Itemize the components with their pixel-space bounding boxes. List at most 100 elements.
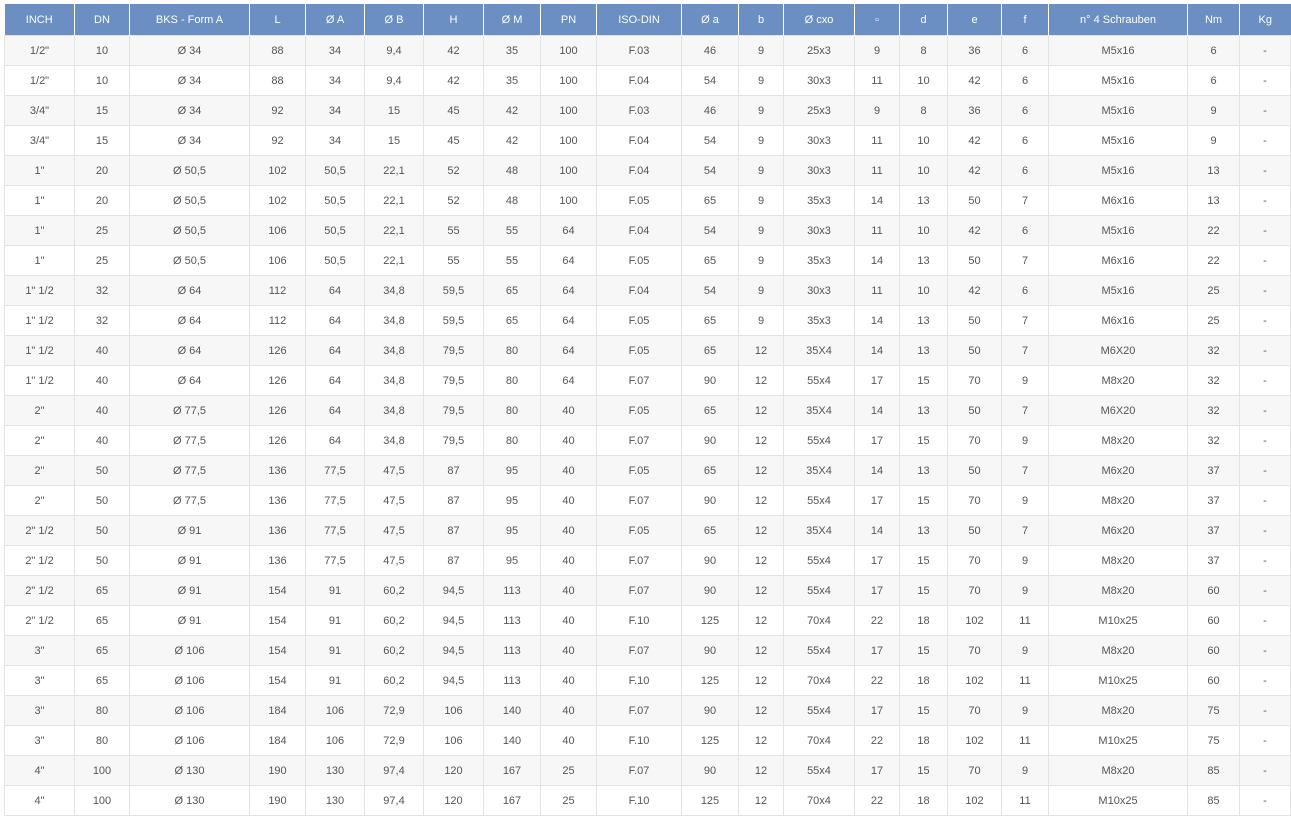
table-cell: 18: [899, 605, 948, 636]
column-header: Ø a: [681, 4, 739, 36]
table-cell: 6: [1001, 275, 1049, 306]
table-cell: 91: [305, 635, 365, 666]
table-cell: 17: [854, 425, 900, 456]
table-cell: 100: [540, 125, 597, 156]
table-cell: 95: [483, 485, 541, 516]
column-header: ISO-DIN: [596, 4, 682, 36]
table-cell: 60,2: [364, 575, 424, 606]
table-cell: Ø 50,5: [129, 155, 250, 186]
table-cell: 102: [947, 785, 1002, 816]
table-cell: 113: [483, 575, 541, 606]
table-cell: -: [1239, 395, 1291, 426]
table-cell: 40: [540, 485, 597, 516]
table-cell: 2" 1/2: [4, 605, 75, 636]
table-cell: 22: [1187, 245, 1240, 276]
table-cell: 106: [305, 695, 365, 726]
table-cell: 48: [483, 185, 541, 216]
table-cell: 80: [74, 695, 130, 726]
table-cell: 65: [681, 455, 739, 486]
table-cell: 9: [1187, 95, 1240, 126]
table-cell: 15: [899, 365, 948, 396]
table-cell: 64: [540, 365, 597, 396]
table-cell: 50: [74, 515, 130, 546]
table-cell: 15: [899, 425, 948, 456]
table-cell: 30x3: [783, 125, 855, 156]
table-cell: 13: [899, 305, 948, 336]
table-row: 2" 1/2 65 Ø 91 154 91 60,2 94,5 113 40 F.07 90 12 55…: [4, 575, 1291, 606]
table-cell: 40: [540, 695, 597, 726]
table-cell: 50: [947, 395, 1002, 426]
table-cell: 59,5: [423, 305, 484, 336]
table-cell: 64: [305, 425, 365, 456]
table-cell: 40: [74, 395, 130, 426]
table-cell: 25: [540, 755, 597, 786]
table-cell: 6: [1001, 125, 1049, 156]
column-header: INCH: [4, 4, 75, 36]
table-cell: 34: [305, 65, 365, 96]
table-cell: 35X4: [783, 455, 855, 486]
table-cell: 40: [540, 575, 597, 606]
table-cell: 59,5: [423, 275, 484, 306]
table-cell: Ø 50,5: [129, 215, 250, 246]
table-cell: 70x4: [783, 785, 855, 816]
table-cell: M10x25: [1048, 605, 1188, 636]
table-cell: 1": [4, 245, 75, 276]
table-cell: 70: [947, 695, 1002, 726]
table-cell: 30x3: [783, 275, 855, 306]
table-cell: 60: [1187, 635, 1240, 666]
table-cell: 64: [305, 365, 365, 396]
table-cell: 9: [854, 95, 900, 126]
table-cell: 35: [483, 65, 541, 96]
table-cell: 9: [1001, 485, 1049, 516]
table-cell: 12: [738, 485, 784, 516]
table-cell: 40: [540, 455, 597, 486]
table-cell: 32: [74, 275, 130, 306]
table-cell: 1": [4, 185, 75, 216]
table-cell: Ø 34: [129, 35, 250, 66]
table-cell: -: [1239, 275, 1291, 306]
table-cell: 65: [681, 395, 739, 426]
table-cell: 100: [540, 155, 597, 186]
table-cell: M8x20: [1048, 635, 1188, 666]
table-cell: M6x16: [1048, 245, 1188, 276]
table-cell: 100: [540, 95, 597, 126]
table-cell: 91: [305, 605, 365, 636]
table-row: 2" 1/2 50 Ø 91 136 77,5 47,5 87 95 40 F.05 65 12 35X…: [4, 515, 1291, 546]
table-cell: 12: [738, 335, 784, 366]
table-cell: F.03: [596, 95, 682, 126]
table-cell: 102: [947, 725, 1002, 756]
table-cell: Ø 64: [129, 275, 250, 306]
table-cell: 7: [1001, 245, 1049, 276]
table-cell: 42: [947, 65, 1002, 96]
table-cell: 9: [1001, 755, 1049, 786]
table-cell: 9: [738, 125, 784, 156]
table-cell: 94,5: [423, 605, 484, 636]
table-cell: F.05: [596, 455, 682, 486]
table-cell: 126: [249, 425, 306, 456]
table-cell: 17: [854, 485, 900, 516]
table-cell: 4": [4, 755, 75, 786]
table-cell: 17: [854, 695, 900, 726]
table-cell: 190: [249, 755, 306, 786]
table-cell: 65: [74, 605, 130, 636]
table-cell: 100: [540, 35, 597, 66]
table-cell: 13: [1187, 185, 1240, 216]
table-cell: -: [1239, 665, 1291, 696]
table-cell: 75: [1187, 725, 1240, 756]
table-cell: 7: [1001, 515, 1049, 546]
table-cell: M5x16: [1048, 155, 1188, 186]
table-cell: 113: [483, 635, 541, 666]
table-cell: 91: [305, 665, 365, 696]
table-cell: 47,5: [364, 515, 424, 546]
table-cell: 87: [423, 545, 484, 576]
table-cell: 65: [74, 665, 130, 696]
table-cell: 95: [483, 455, 541, 486]
table-cell: 15: [74, 95, 130, 126]
table-row: 2" 50 Ø 77,5 136 77,5 47,5 87 95 40 F.05 65 12 35X4 1…: [4, 455, 1291, 486]
table-cell: 14: [854, 335, 900, 366]
table-cell: 55x4: [783, 545, 855, 576]
table-cell: 11: [1001, 725, 1049, 756]
table-cell: 113: [483, 605, 541, 636]
column-header: e: [947, 4, 1002, 36]
table-cell: 13: [899, 455, 948, 486]
